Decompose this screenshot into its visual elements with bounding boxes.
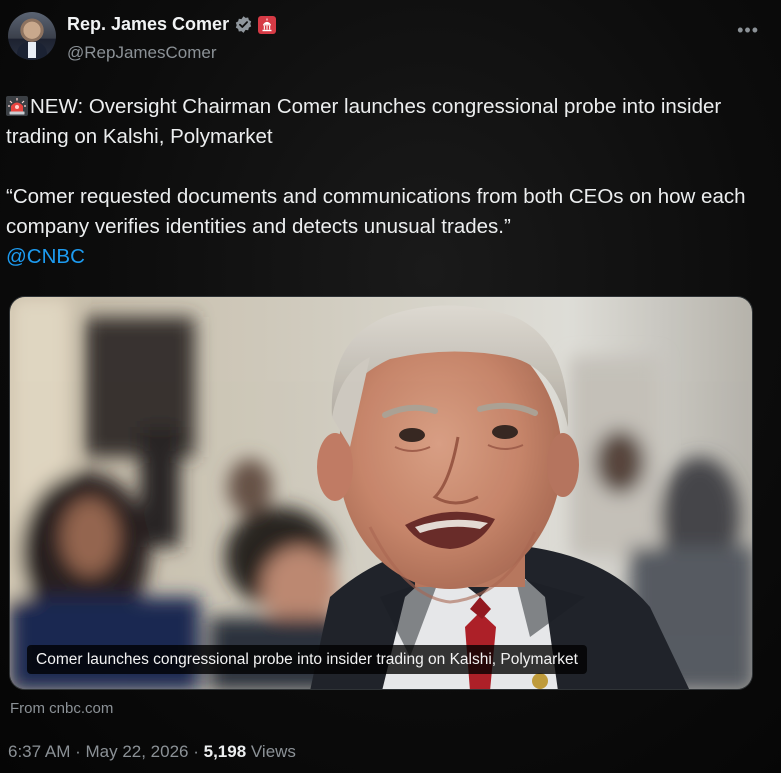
more-options-icon[interactable]: ••• — [737, 20, 759, 41]
views-count[interactable]: 5,198 — [204, 742, 247, 761]
author-handle[interactable]: @RepJamesComer — [67, 43, 217, 63]
news-photo — [10, 297, 752, 689]
tweet-meta: 6:37 AM · May 22, 2026 · 5,198 Views — [8, 742, 296, 762]
police-light-icon — [6, 96, 28, 116]
avatar[interactable] — [8, 12, 56, 60]
meta-separator: · — [188, 742, 204, 761]
tweet-headline-text: NEW: Oversight Chairman Comer launches c… — [6, 95, 722, 148]
views-label: Views — [246, 742, 296, 761]
tweet-headline: NEW: Oversight Chairman Comer launches c… — [6, 92, 766, 152]
capitol-badge-icon — [258, 15, 277, 34]
tweet-time[interactable]: 6:37 AM — [8, 742, 70, 761]
mention-link[interactable]: @CNBC — [6, 245, 85, 268]
verified-gray-check-icon — [235, 16, 252, 33]
tweet-date[interactable]: May 22, 2026 — [85, 742, 188, 761]
meta-separator: · — [70, 742, 86, 761]
tweet-header: Rep. James Comer @RepJamesComer ••• — [8, 12, 773, 68]
tweet-quote: “Comer requested documents and communica… — [6, 185, 746, 238]
author-display-name[interactable]: Rep. James Comer — [67, 14, 229, 35]
link-card-image[interactable] — [9, 296, 753, 690]
author-name-row: Rep. James Comer — [67, 14, 277, 35]
tweet-text: NEW: Oversight Chairman Comer launches c… — [6, 92, 766, 272]
card-source-link[interactable]: From cnbc.com — [10, 700, 113, 717]
card-title-caption: Comer launches congressional probe into … — [27, 645, 587, 674]
avatar-shirt-shape — [28, 42, 36, 58]
